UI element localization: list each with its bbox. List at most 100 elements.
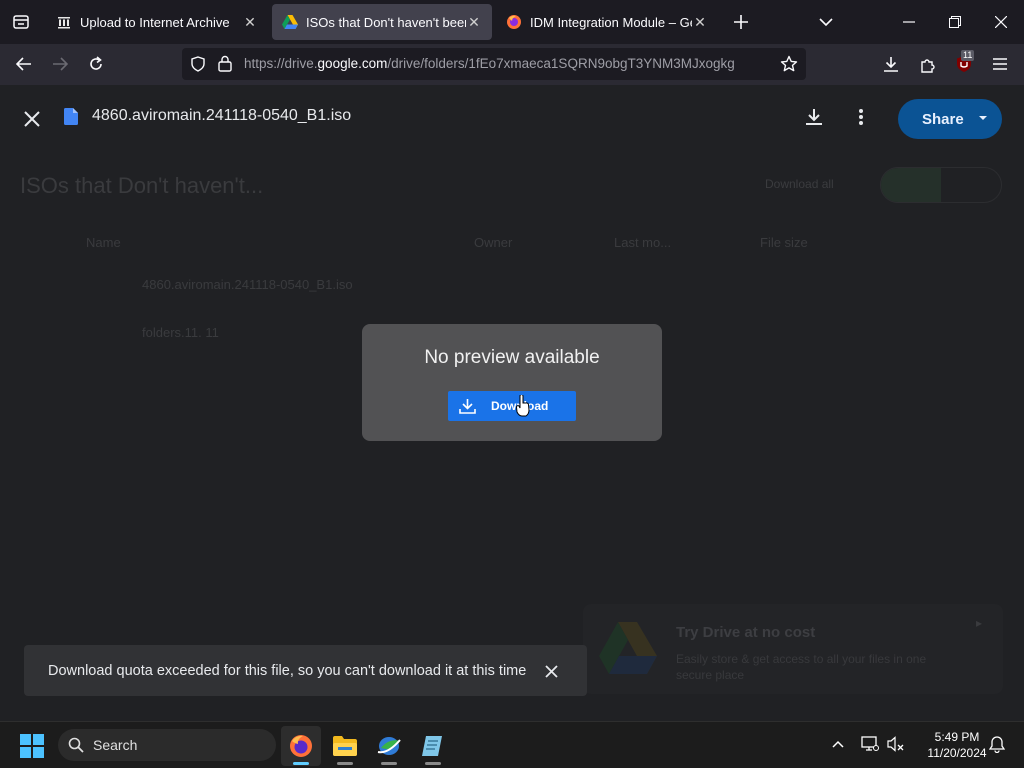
start-button[interactable] — [12, 726, 52, 766]
taskbar-idm[interactable] — [369, 726, 409, 766]
network-button[interactable] — [858, 732, 882, 756]
more-vertical-icon — [859, 109, 863, 125]
tab-title: ISOs that Don't haven't been up — [306, 14, 466, 30]
table-row: folders.11. 11 — [100, 325, 219, 340]
url-text[interactable]: https://drive.google.com/drive/folders/1… — [244, 56, 735, 71]
hamburger-menu-icon — [993, 58, 1007, 70]
taskbar-search-box[interactable]: Search — [58, 729, 276, 761]
viewer-close-button[interactable] — [18, 105, 46, 133]
download-all-button: Download all — [765, 177, 834, 191]
url-path: /drive/folders/1fEo7xmaeca1SQRN9obgT3YNM… — [387, 56, 735, 71]
extensions-button[interactable] — [912, 48, 944, 80]
running-indicator — [293, 762, 309, 765]
window-minimize-button[interactable] — [886, 0, 932, 44]
ublock-extension-button[interactable]: 11 — [948, 48, 980, 80]
tracking-protection-icon[interactable] — [190, 56, 206, 77]
download-icon — [459, 399, 476, 414]
windows-logo-icon — [20, 734, 44, 758]
url-domain: google.com — [317, 56, 388, 71]
taskbar-firefox[interactable] — [281, 726, 321, 766]
notepad-icon — [422, 736, 442, 756]
tab-close-icon[interactable]: ✕ — [466, 14, 482, 30]
tab-close-icon[interactable]: ✕ — [692, 14, 708, 30]
google-drive-logo-icon — [599, 622, 657, 674]
tab-title: Upload to Internet Archive — [80, 14, 230, 30]
no-preview-dialog: No preview available Download — [362, 324, 662, 441]
forward-button[interactable] — [44, 48, 76, 80]
arrow-left-icon — [16, 57, 31, 71]
tab-strip: Upload to Internet Archive ✕ ISOs that D… — [0, 0, 1024, 44]
lock-icon[interactable] — [218, 55, 232, 77]
tab-title: IDM Integration Module – Get t — [530, 14, 692, 30]
restore-icon — [949, 16, 961, 28]
column-header-last-modified: Last mo... — [614, 235, 672, 250]
close-icon — [24, 111, 40, 127]
window-close-button[interactable] — [978, 0, 1024, 44]
minimize-icon — [903, 21, 915, 23]
show-hidden-icons-button[interactable] — [826, 732, 850, 756]
more-actions-button[interactable] — [850, 101, 872, 133]
firefox-view-icon — [13, 15, 29, 29]
tab-upload-internet-archive[interactable]: Upload to Internet Archive ✕ — [46, 4, 268, 40]
file-icon — [64, 108, 78, 130]
windows-taskbar: Search 5:49 PM 11/20/2024 — [0, 721, 1024, 768]
viewer-download-button[interactable] — [798, 101, 830, 133]
bookmark-star-icon[interactable] — [780, 55, 798, 78]
list-all-tabs-button[interactable] — [803, 0, 849, 44]
folder-icon — [333, 736, 357, 756]
try-drive-promo-card: Try Drive at no cost Easily store & get … — [583, 604, 1003, 694]
internet-archive-icon — [56, 14, 72, 30]
file-row-name: 4860.aviromain.241118-0540_B1.iso — [142, 277, 353, 292]
close-icon — [544, 664, 558, 678]
chevron-down-icon — [819, 17, 833, 26]
running-indicator — [337, 762, 353, 765]
snackbar-message: Download quota exceeded for this file, s… — [48, 663, 527, 679]
url-bar[interactable]: https://drive.google.com/drive/folders/1… — [182, 48, 806, 80]
taskbar-notepad[interactable] — [413, 726, 453, 766]
tab-google-drive[interactable]: ISOs that Don't haven't been up ✕ — [272, 4, 492, 40]
hand-pointer-cursor — [515, 394, 530, 422]
quota-exceeded-snackbar: Download quota exceeded for this file, s… — [24, 645, 587, 696]
firefox-view-button[interactable] — [0, 0, 42, 44]
url-prefix: https://drive. — [244, 56, 318, 71]
window-restore-button[interactable] — [932, 0, 978, 44]
app-menu-button[interactable] — [984, 48, 1016, 80]
share-button[interactable]: Share — [898, 99, 1002, 139]
reload-button[interactable] — [80, 48, 112, 80]
running-indicator — [425, 762, 441, 765]
internet-download-manager-icon — [377, 737, 401, 755]
column-header-file-size: File size — [760, 235, 808, 250]
tab-close-icon[interactable]: ✕ — [242, 14, 258, 30]
search-label: Search — [93, 737, 138, 753]
download-icon — [884, 57, 898, 72]
promo-dismiss-button[interactable]: ▸ — [976, 616, 982, 630]
download-button[interactable]: Download — [448, 391, 576, 421]
view-toggle — [880, 167, 1002, 203]
volume-button[interactable] — [884, 732, 908, 756]
viewer-file-name: 4860.aviromain.241118-0540_B1.iso — [92, 107, 352, 124]
column-header-owner: Owner — [474, 235, 513, 250]
network-monitor-icon — [861, 736, 879, 751]
plus-icon — [734, 15, 748, 29]
search-icon — [68, 737, 84, 753]
tab-idm-integration[interactable]: IDM Integration Module – Get t ✕ — [496, 4, 718, 40]
extension-badge: 11 — [961, 50, 975, 61]
puzzle-icon — [920, 58, 935, 73]
downloads-button[interactable] — [875, 48, 907, 80]
column-header-name: Name — [86, 235, 121, 250]
speaker-muted-icon — [887, 736, 904, 752]
running-indicator — [381, 762, 397, 765]
firefox-icon — [290, 735, 312, 757]
back-button[interactable] — [8, 48, 40, 80]
close-icon — [995, 16, 1007, 28]
caret-down-icon[interactable] — [976, 111, 990, 125]
reload-icon — [90, 56, 102, 70]
promo-text: Easily store & get access to all your fi… — [676, 652, 927, 682]
taskbar-file-explorer[interactable] — [325, 726, 365, 766]
table-row: 4860.aviromain.241118-0540_B1.iso — [100, 277, 353, 292]
new-tab-button[interactable] — [718, 0, 764, 44]
arrow-right-icon — [53, 57, 68, 71]
notifications-button[interactable] — [985, 732, 1009, 756]
navigation-toolbar: https://drive.google.com/drive/folders/1… — [0, 44, 1024, 85]
snackbar-close-button[interactable] — [542, 662, 560, 680]
